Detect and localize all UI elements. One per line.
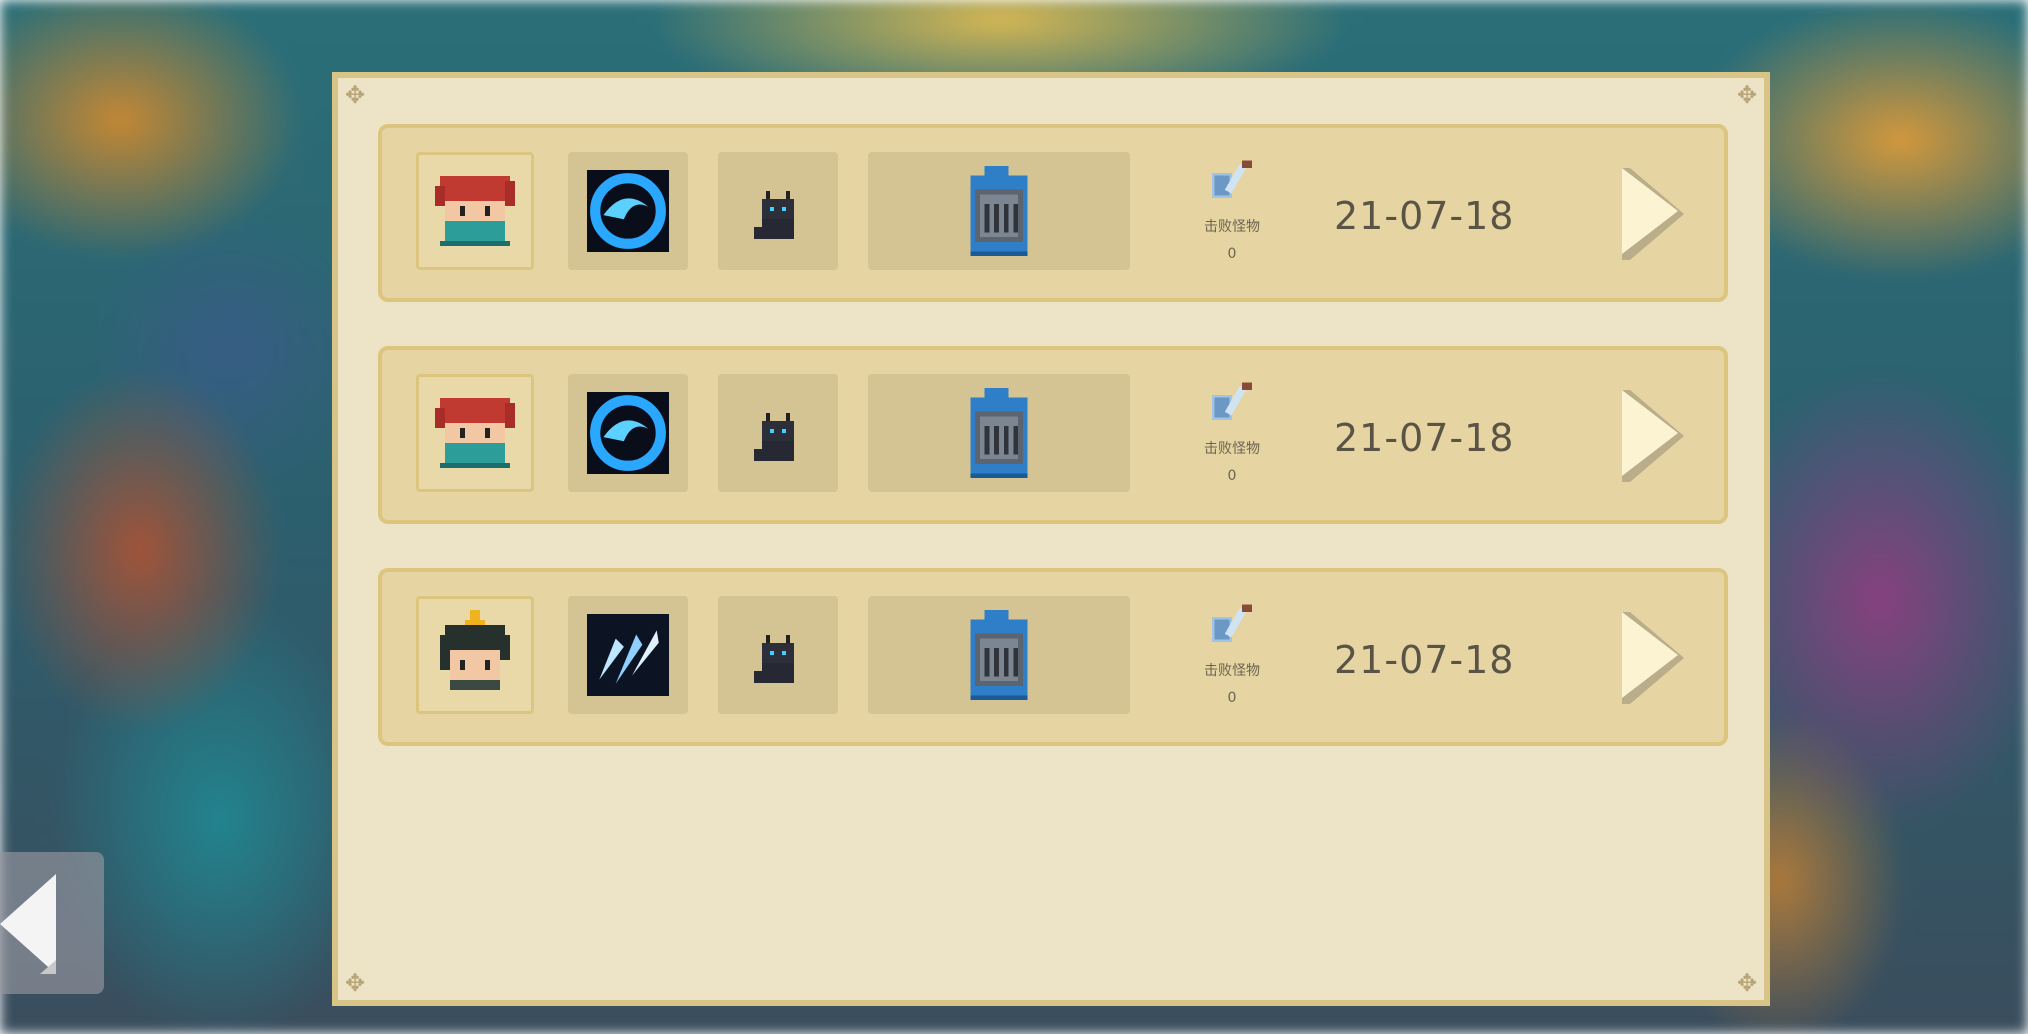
back-button[interactable]	[0, 852, 104, 994]
water-wave-skill-icon	[587, 170, 669, 252]
blue-knight-helmet-icon	[970, 609, 1028, 701]
record-date: 21-07-18	[1334, 416, 1515, 460]
skill-slot	[568, 596, 688, 714]
kills-label: 击败怪物	[1204, 219, 1260, 235]
ice-shards-skill-icon	[587, 614, 669, 696]
water-wave-skill-icon	[587, 392, 669, 474]
record-row[interactable]: 击败怪物 0 21-07-18	[378, 346, 1728, 524]
right-arrow-icon[interactable]	[1622, 390, 1684, 482]
pet-slot	[718, 374, 838, 492]
kills-stat: 击败怪物 0	[1182, 602, 1282, 706]
record-row[interactable]: 击败怪物 0 21-07-18	[378, 568, 1728, 746]
helmet-slot	[868, 596, 1130, 714]
kills-label: 击败怪物	[1204, 663, 1260, 679]
character-portrait	[416, 374, 534, 492]
corner-ornament-icon: ✥	[1736, 81, 1758, 109]
red-haired-hero-icon	[435, 176, 515, 246]
kills-count: 0	[1227, 246, 1237, 262]
kills-stat: 击败怪物 0	[1182, 380, 1282, 484]
corner-ornament-icon: ✥	[344, 969, 366, 997]
kills-count: 0	[1227, 690, 1237, 706]
corner-ornament-icon: ✥	[344, 81, 366, 109]
blue-knight-helmet-icon	[970, 387, 1028, 479]
helmet-slot	[868, 152, 1130, 270]
record-row[interactable]: 击败怪物 0 21-07-18	[378, 124, 1728, 302]
skill-slot	[568, 374, 688, 492]
sword-shield-icon	[1212, 382, 1252, 420]
black-haired-crowned-hero-icon	[440, 610, 510, 690]
left-arrow-icon	[0, 874, 56, 974]
helmet-slot	[868, 374, 1130, 492]
black-cat-icon	[754, 413, 794, 461]
kills-count: 0	[1227, 468, 1237, 484]
record-date: 21-07-18	[1334, 194, 1515, 238]
right-arrow-icon[interactable]	[1622, 612, 1684, 704]
black-cat-icon	[754, 191, 794, 239]
skill-slot	[568, 152, 688, 270]
corner-ornament-icon: ✥	[1736, 969, 1758, 997]
right-arrow-icon[interactable]	[1622, 168, 1684, 260]
blue-knight-helmet-icon	[970, 165, 1028, 257]
kills-stat: 击败怪物 0	[1182, 158, 1282, 262]
sword-shield-icon	[1212, 604, 1252, 642]
records-panel: ✥ ✥ ✥ ✥ 击败怪物 0 21-07-18 击败怪物 0 21-07-18 …	[332, 72, 1770, 1006]
black-cat-icon	[754, 635, 794, 683]
sword-shield-icon	[1212, 160, 1252, 198]
red-haired-hero-icon	[435, 398, 515, 468]
record-date: 21-07-18	[1334, 638, 1515, 682]
pet-slot	[718, 596, 838, 714]
pet-slot	[718, 152, 838, 270]
kills-label: 击败怪物	[1204, 441, 1260, 457]
character-portrait	[416, 152, 534, 270]
character-portrait	[416, 596, 534, 714]
